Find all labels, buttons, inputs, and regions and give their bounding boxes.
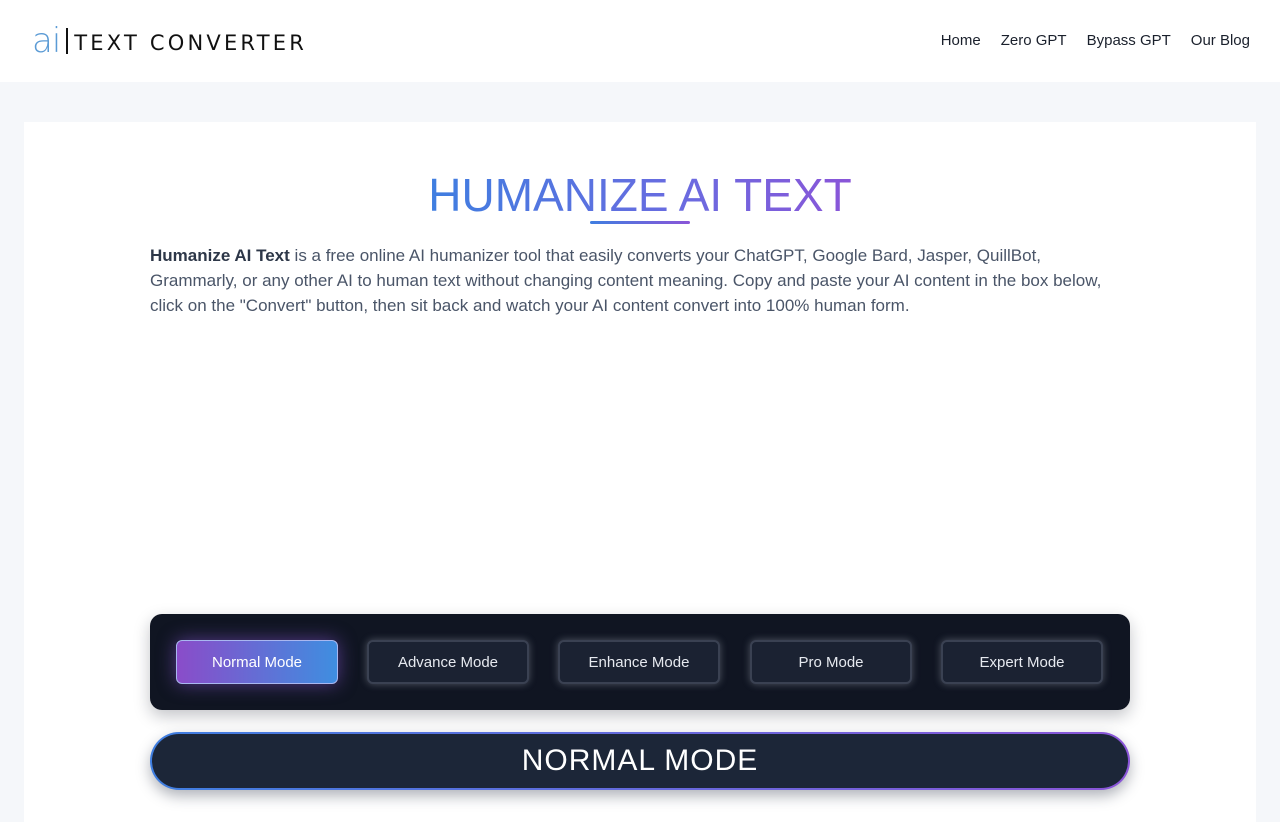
title-underline [590,221,690,224]
logo-text: TEXT CONVERTER [74,31,307,55]
intro-body: is a free online AI humanizer tool that … [150,246,1102,315]
intro-strong: Humanize AI Text [150,246,290,265]
page-title: HUMANIZE AI TEXT [0,168,1280,222]
site-header: ai TEXT CONVERTER Home Zero GPT Bypass G… [0,0,1280,82]
nav-bypass-gpt[interactable]: Bypass GPT [1087,32,1171,49]
current-mode-label: NORMAL MODE [521,744,759,777]
nav-zero-gpt[interactable]: Zero GPT [1001,32,1067,49]
advance-mode-button[interactable]: Advance Mode [367,640,529,684]
expert-mode-button[interactable]: Expert Mode [941,640,1103,684]
content-card [24,122,1256,822]
main-nav: Home Zero GPT Bypass GPT Our Blog [941,32,1250,49]
logo-divider [66,28,69,54]
page-title-text: HUMANIZE AI TEXT [428,169,852,221]
current-mode-banner: NORMAL MODE [150,732,1130,790]
intro-paragraph: Humanize AI Text is a free online AI hum… [150,243,1130,318]
logo-ai-mark: ai [32,21,61,61]
nav-home[interactable]: Home [941,32,981,49]
pro-mode-button[interactable]: Pro Mode [750,640,912,684]
enhance-mode-button[interactable]: Enhance Mode [558,640,720,684]
normal-mode-button[interactable]: Normal Mode [176,640,338,684]
nav-our-blog[interactable]: Our Blog [1191,32,1250,49]
site-logo[interactable]: ai TEXT CONVERTER [32,21,307,61]
mode-selector: Normal Mode Advance Mode Enhance Mode Pr… [150,614,1130,710]
